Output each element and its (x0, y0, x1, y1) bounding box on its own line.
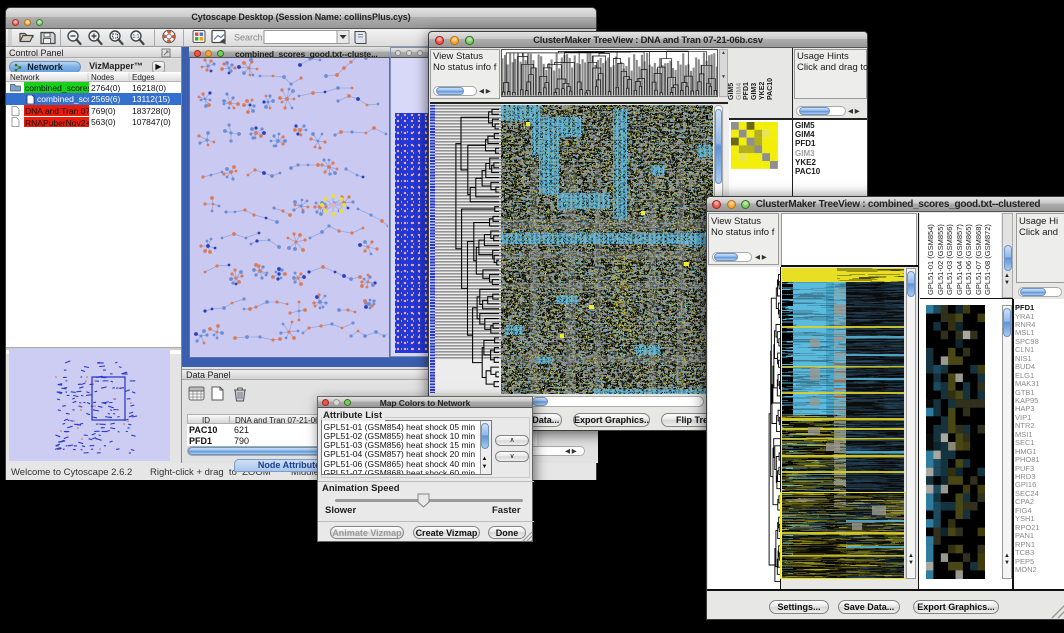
svg-text:Search:: Search: (234, 33, 265, 43)
svg-text:1:1: 1:1 (133, 34, 140, 40)
